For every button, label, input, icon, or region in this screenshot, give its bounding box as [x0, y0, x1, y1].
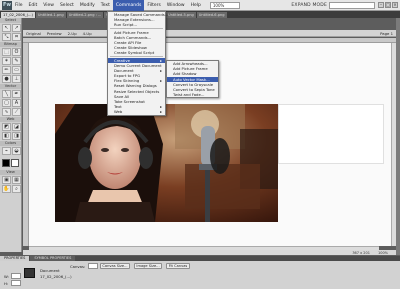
creative-submenu: Add Arrowheads... Add Picture Frame Add … [166, 60, 219, 99]
zoom-tool-icon[interactable]: ⌕ [12, 185, 21, 193]
search-input[interactable] [329, 1, 375, 9]
view-preview-button[interactable]: Preview [44, 31, 65, 36]
menu-select[interactable]: Select [57, 0, 77, 11]
menu-item-label: Web [114, 109, 123, 115]
menu-file[interactable]: File [12, 0, 26, 11]
document-thumbnail-icon [24, 268, 35, 278]
marquee-tool-icon[interactable]: ⬚ [2, 48, 11, 56]
full-screen-mode-icon[interactable]: ▦ [12, 176, 21, 184]
height-field[interactable] [11, 280, 21, 286]
document-name: 17_02_2006_(...) [40, 274, 72, 279]
menu-bar: Fw File Edit View Select Modify Text Com… [0, 0, 400, 11]
knife-tool-icon[interactable]: ⟋ [12, 108, 21, 116]
zoom-select[interactable]: 100% [209, 1, 240, 9]
minimize-icon[interactable]: – [378, 2, 384, 8]
width-label: W: [4, 274, 9, 279]
canvas-size-readout: 367 x 201 [352, 250, 370, 255]
tab-document[interactable]: Untitled-2.png : ... [66, 12, 104, 18]
fireworks-window: Fw File Edit View Select Modify Text Com… [0, 0, 400, 289]
view-original-button[interactable]: Original [23, 31, 44, 36]
page-selector[interactable]: Page 1 [377, 31, 396, 36]
properties-panel: Document 17_02_2006_(...) Canvas: Canvas… [0, 261, 400, 289]
menu-window[interactable]: Window [164, 0, 188, 11]
fill-color-swatch[interactable] [11, 159, 19, 167]
standard-screen-mode-icon[interactable]: ▣ [2, 176, 11, 184]
menu-filters[interactable]: Filters [144, 0, 164, 11]
menu-item[interactable]: Run Script... [108, 22, 165, 27]
fit-canvas-button[interactable]: Fit Canvas [166, 263, 190, 269]
workspace-mode-label[interactable]: EXPAND MODE [291, 3, 329, 8]
zoom-readout: 100% [377, 250, 388, 255]
scale-tool-icon[interactable]: ⤡ [2, 33, 11, 41]
canvas-photo[interactable] [55, 104, 278, 222]
tab-document[interactable]: Untitled-1.png [35, 12, 66, 18]
freeform-tool-icon[interactable]: ∿ [2, 108, 11, 116]
tools-panel: Select ↖ ↗ ⤡ ⌗ Bitmap ⬚ ʘ ✶ ✎ ✏ ▭ ● ⊥ Ve… [0, 18, 22, 252]
tab-document[interactable]: Untitled-6.png [196, 12, 227, 18]
document-tabs: 17_02_2006_(...) Untitled-1.png Untitled… [0, 11, 400, 18]
view-4up-button[interactable]: 4-Up [80, 31, 95, 36]
menu-commands[interactable]: Commands [112, 0, 145, 11]
rubber-stamp-tool-icon[interactable]: ⊥ [12, 75, 21, 83]
menu-item[interactable]: Create Symbol Script [108, 50, 165, 55]
magic-wand-tool-icon[interactable]: ✶ [2, 57, 11, 65]
canvas-blank-area [278, 104, 384, 164]
window-controls: – □ × [378, 2, 398, 8]
stroke-color-swatch[interactable] [2, 159, 10, 167]
menu-edit[interactable]: Edit [26, 0, 41, 11]
brush-tool-icon[interactable]: ✎ [12, 57, 21, 65]
line-tool-icon[interactable]: ╲ [2, 90, 11, 98]
close-icon[interactable]: × [392, 2, 398, 8]
image-size-button[interactable]: Image Size... [134, 263, 162, 269]
hand-tool-icon[interactable]: ✋ [2, 185, 11, 193]
canvas-color-swatch[interactable] [88, 263, 98, 269]
pencil-tool-icon[interactable]: ✏ [2, 66, 11, 74]
eraser-tool-icon[interactable]: ▭ [12, 66, 21, 74]
view-2up-button[interactable]: 2-Up [65, 31, 80, 36]
menu-modify[interactable]: Modify [77, 0, 98, 11]
subselect-tool-icon[interactable]: ↗ [12, 24, 21, 32]
document-label: Document [40, 268, 60, 273]
submenu-arrow-icon: ▸ [160, 109, 162, 115]
document-view-bar: Original Preview 2-Up 4-Up Page 1 [23, 30, 396, 37]
slice-tool-icon[interactable]: ◪ [12, 123, 21, 131]
maximize-icon[interactable]: □ [385, 2, 391, 8]
menu-item-web[interactable]: Web ▸ [108, 109, 165, 114]
canvas-label: Canvas: [70, 264, 86, 269]
menu-view[interactable]: View [40, 0, 57, 11]
hide-slices-icon[interactable]: ◧ [2, 132, 11, 140]
menu-text[interactable]: Text [98, 0, 113, 11]
canvas-size-button[interactable]: Canvas Size... [100, 263, 130, 269]
crop-tool-icon[interactable]: ⌗ [12, 33, 21, 41]
studio-photo-image [55, 104, 278, 222]
lasso-tool-icon[interactable]: ʘ [12, 48, 21, 56]
app-logo: Fw [2, 0, 12, 10]
panel-dock-edge [396, 18, 400, 255]
hotspot-tool-icon[interactable]: ◩ [2, 123, 11, 131]
eyedropper-tool-icon[interactable]: ⌁ [2, 147, 11, 155]
blur-tool-icon[interactable]: ● [2, 75, 11, 83]
menu-help[interactable]: Help [188, 0, 204, 11]
width-field[interactable] [11, 273, 21, 279]
height-label: H: [4, 281, 9, 286]
status-bar: 367 x 201 100% [23, 250, 396, 255]
text-tool-icon[interactable]: A [12, 99, 21, 107]
pointer-tool-icon[interactable]: ↖ [2, 24, 11, 32]
pen-tool-icon[interactable]: ✒ [12, 90, 21, 98]
show-slices-icon[interactable]: ◨ [12, 132, 21, 140]
rectangle-tool-icon[interactable]: ▢ [2, 99, 11, 107]
menu-item[interactable]: Twist and Fade... [167, 92, 218, 97]
paint-bucket-tool-icon[interactable]: ◒ [12, 147, 21, 155]
commands-menu: Manage Saved Commands... Manage Extensio… [107, 11, 168, 116]
tab-document[interactable]: Untitled-5.png [165, 12, 196, 18]
